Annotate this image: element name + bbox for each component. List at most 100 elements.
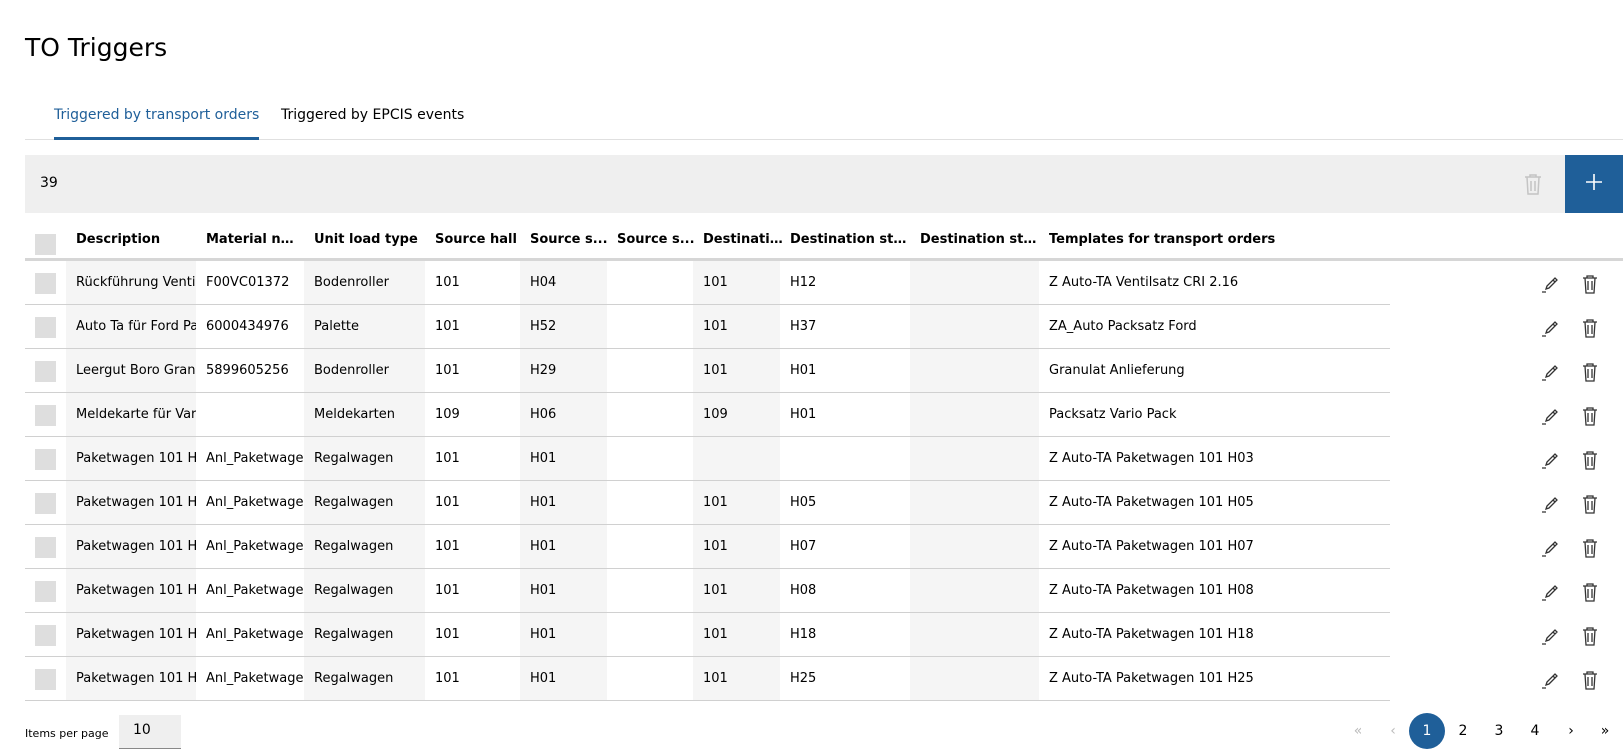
cell-unit-load-type: Regalwagen [304, 657, 425, 700]
row-checkbox[interactable] [35, 625, 56, 646]
column-header-description[interactable]: Description [76, 232, 196, 247]
column-header-source-storage[interactable]: Source s... [617, 232, 695, 247]
cell-template: Z Auto-TA Paketwagen 101 H18 [1049, 627, 1254, 642]
cell-source-storage [607, 613, 693, 656]
trash-icon[interactable] [1580, 318, 1600, 338]
table-row[interactable]: Paketwagen 101 H Anl_Paketwage Regalwagen 1… [25, 569, 1623, 613]
table-row[interactable]: Paketwagen 101 H Anl_Paketwage Regalwagen 1… [25, 613, 1623, 657]
row-checkbox[interactable] [35, 273, 56, 294]
cell-description: Leergut Boro Gran [66, 349, 196, 392]
select-all-checkbox[interactable] [35, 234, 56, 255]
pencil-icon[interactable] [1540, 274, 1560, 294]
trash-icon[interactable] [1580, 406, 1600, 426]
trash-icon[interactable] [1580, 626, 1600, 646]
pencil-icon[interactable] [1540, 450, 1560, 470]
trash-icon[interactable] [1580, 362, 1600, 382]
row-checkbox[interactable] [35, 537, 56, 558]
cell-source-storage [607, 393, 693, 436]
pencil-icon[interactable] [1540, 318, 1560, 338]
cell-destination-station: H12 [790, 275, 817, 290]
cell-source-hall: 109 [435, 407, 460, 422]
page-button-2[interactable]: 2 [1445, 713, 1481, 749]
cell-unit-load-type: Meldekarten [304, 393, 425, 436]
pencil-icon[interactable] [1540, 626, 1560, 646]
pencil-icon[interactable] [1540, 406, 1560, 426]
cell-template: Z Auto-TA Paketwagen 101 H05 [1049, 495, 1254, 510]
column-header-destination-storage[interactable]: Destination stor... [920, 232, 1040, 247]
trash-icon[interactable] [1580, 450, 1600, 470]
row-checkbox[interactable] [35, 405, 56, 426]
cell-destination-storage [910, 393, 1039, 436]
pencil-icon[interactable] [1540, 362, 1560, 382]
cell-source-storage [607, 657, 693, 700]
trash-icon[interactable] [1580, 494, 1600, 514]
table-row[interactable]: Paketwagen 101 H Anl_Paketwage Regalwagen 1… [25, 437, 1623, 481]
row-checkbox[interactable] [35, 493, 56, 514]
tab-triggered-by-epcis-events[interactable]: Triggered by EPCIS events [281, 107, 464, 140]
bulk-delete-trash-icon[interactable] [1523, 172, 1543, 196]
column-header-material-number[interactable]: Material nu... [206, 232, 302, 247]
cell-unit-load-type: Regalwagen [304, 481, 425, 524]
column-header-templates[interactable]: Templates for transport orders [1049, 232, 1309, 247]
cell-destination-station: H37 [790, 319, 817, 334]
cell-source-station: H01 [520, 437, 607, 480]
row-checkbox[interactable] [35, 449, 56, 470]
cell-destination-storage [910, 305, 1039, 348]
cell-material-number: Anl_Paketwage [206, 627, 304, 642]
cell-source-hall: 101 [435, 583, 460, 598]
page-button-4[interactable]: 4 [1517, 713, 1553, 749]
trash-icon[interactable] [1580, 274, 1600, 294]
table-row[interactable]: Leergut Boro Gran 5899605256 Bodenroller 10… [25, 349, 1623, 393]
pencil-icon[interactable] [1540, 670, 1560, 690]
trash-icon[interactable] [1580, 582, 1600, 602]
pencil-icon[interactable] [1540, 582, 1560, 602]
cell-source-station: H29 [520, 349, 607, 392]
next-page-icon[interactable]: › [1553, 713, 1589, 749]
tab-triggered-by-transport-orders[interactable]: Triggered by transport orders [54, 107, 260, 140]
table-row[interactable]: Paketwagen 101 H Anl_Paketwage Regalwagen 1… [25, 525, 1623, 569]
column-header-source-station[interactable]: Source s... [530, 232, 608, 247]
row-checkbox[interactable] [35, 669, 56, 690]
cell-source-storage [607, 481, 693, 524]
page-button-3[interactable]: 3 [1481, 713, 1517, 749]
first-page-icon[interactable]: « [1340, 713, 1376, 749]
cell-source-station: H01 [520, 525, 607, 568]
cell-description: Paketwagen 101 H [66, 613, 196, 656]
cell-destination-station [780, 437, 910, 480]
cell-description: Paketwagen 101 H [66, 569, 196, 612]
cell-template: ZA_Auto Packsatz Ford [1049, 319, 1197, 334]
row-checkbox[interactable] [35, 361, 56, 382]
pencil-icon[interactable] [1540, 538, 1560, 558]
cell-template: Z Auto-TA Paketwagen 101 H08 [1049, 583, 1254, 598]
trash-icon[interactable] [1580, 670, 1600, 690]
table-row[interactable]: Paketwagen 101 H Anl_Paketwage Regalwagen 1… [25, 481, 1623, 525]
cell-source-station: H01 [520, 481, 607, 524]
prev-page-icon[interactable]: ‹ [1375, 713, 1411, 749]
table-row[interactable]: Rückführung Ventil F00VC01372 Bodenroller 1… [25, 261, 1623, 305]
cell-template: Z Auto-TA Paketwagen 101 H03 [1049, 451, 1254, 466]
cell-destination-hall: 101 [693, 525, 780, 568]
column-header-unit-load-type[interactable]: Unit load type [314, 232, 430, 247]
cell-destination-hall: 101 [693, 349, 780, 392]
items-per-page-select[interactable]: 10 [119, 715, 181, 749]
cell-description: Auto Ta für Ford Pa [66, 305, 196, 348]
column-header-destination-station[interactable]: Destination stat... [790, 232, 910, 247]
cell-unit-load-type: Palette [304, 305, 425, 348]
column-header-destination-hall[interactable]: Destinati... [703, 232, 783, 247]
table-toolbar: 39 [25, 155, 1623, 213]
table-row[interactable]: Paketwagen 101 H Anl_Paketwage Regalwagen 1… [25, 657, 1623, 701]
cell-destination-station: H01 [790, 363, 817, 378]
row-checkbox[interactable] [35, 317, 56, 338]
row-checkbox[interactable] [35, 581, 56, 602]
page-button-1[interactable]: 1 [1409, 713, 1445, 749]
trash-icon[interactable] [1580, 538, 1600, 558]
cell-source-station: H52 [520, 305, 607, 348]
table-row[interactable]: Auto Ta für Ford Pa 6000434976 Palette 101 H… [25, 305, 1623, 349]
add-button[interactable] [1565, 155, 1623, 213]
last-page-icon[interactable]: » [1587, 713, 1623, 749]
pencil-icon[interactable] [1540, 494, 1560, 514]
cell-material-number: 5899605256 [206, 363, 289, 378]
cell-source-hall: 101 [435, 319, 460, 334]
table-row[interactable]: Meldekarte für Var Meldekarten 109 H06 109 H0… [25, 393, 1623, 437]
column-header-source-hall[interactable]: Source hall [435, 232, 523, 247]
